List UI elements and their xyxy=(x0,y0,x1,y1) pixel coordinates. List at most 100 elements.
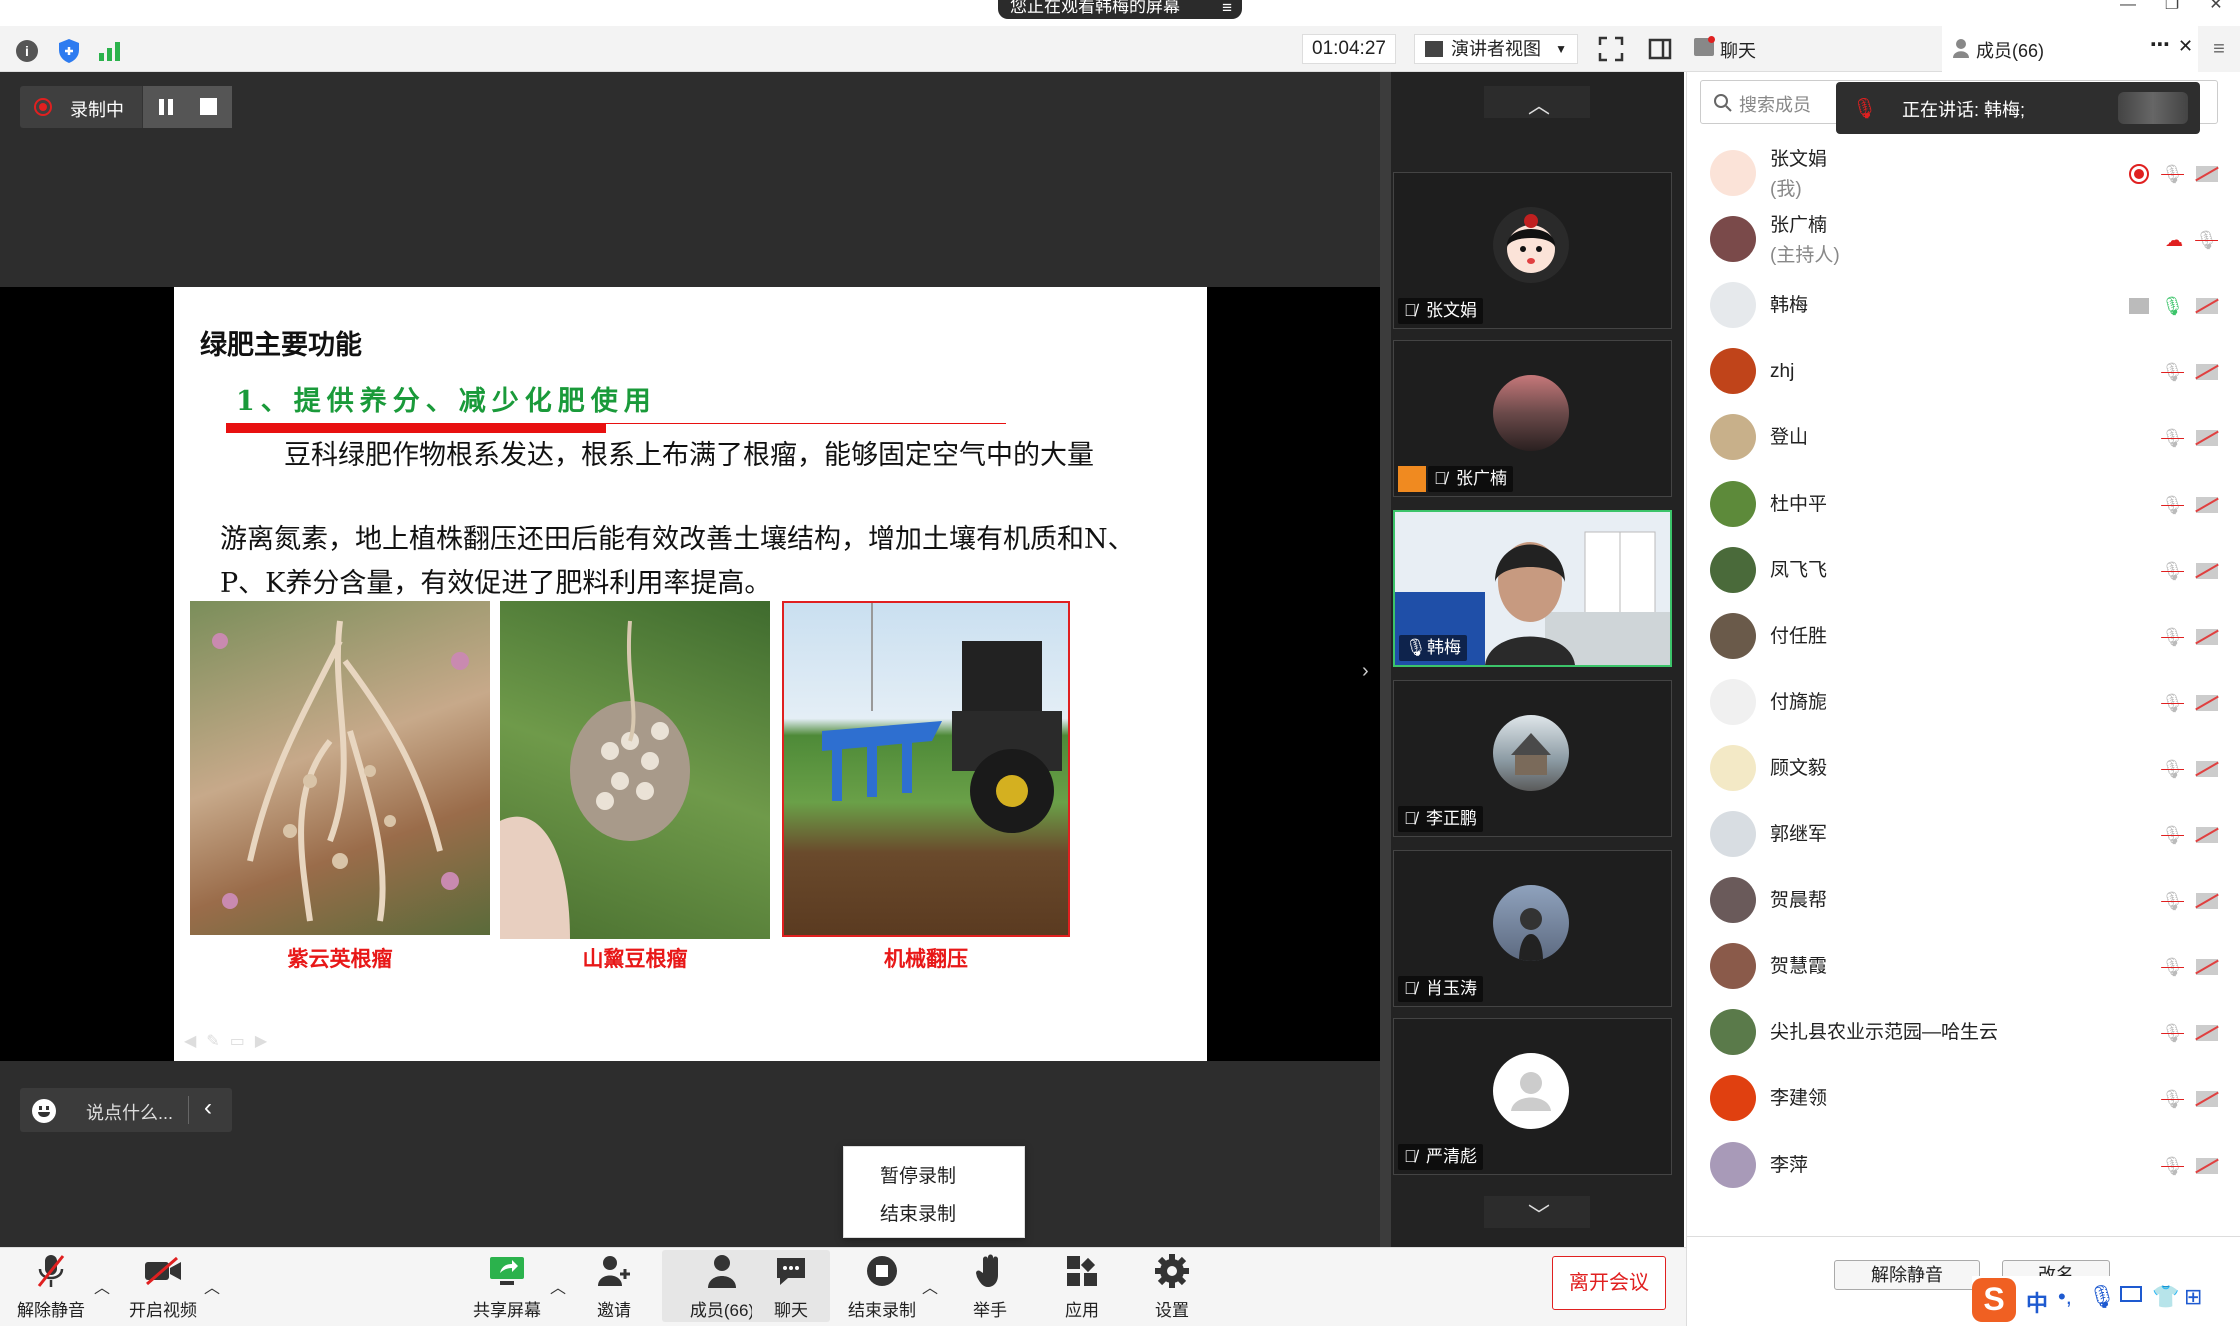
mic-muted-icon[interactable]: 🎙 xyxy=(2161,164,2184,185)
close-window-icon[interactable]: ✕ xyxy=(2196,0,2236,14)
chat-input-bar[interactable]: 说点什么... ‹ xyxy=(20,1088,232,1132)
participant-row[interactable]: 凤飞飞 🎙 xyxy=(1686,539,2240,605)
video-off-icon[interactable] xyxy=(2195,1157,2219,1174)
slide-nav-controls[interactable]: ◀✎▭▶ xyxy=(184,1031,277,1051)
raise-hand-button[interactable]: 举手 xyxy=(960,1250,1020,1322)
video-off-icon[interactable] xyxy=(2195,496,2219,513)
share-screen-button[interactable]: 共享屏幕 xyxy=(470,1250,544,1322)
mic-muted-icon[interactable]: 🎙 xyxy=(2161,1089,2184,1110)
mic-muted-icon[interactable]: 🎙 xyxy=(2161,891,2184,912)
participant-row[interactable]: 付旖旎 🎙 xyxy=(1686,671,2240,737)
signal-icon[interactable] xyxy=(98,40,122,62)
mic-muted-icon[interactable]: 🎙 xyxy=(2161,1023,2184,1044)
mic-muted-icon[interactable]: 🎙 xyxy=(2161,362,2184,383)
video-off-icon[interactable] xyxy=(2195,364,2219,381)
participant-row[interactable]: 李建领 🎙 xyxy=(1686,1067,2240,1133)
start-video-button[interactable]: 开启视频 xyxy=(126,1250,200,1322)
video-tile-5[interactable]: 🎙̸ 肖玉涛 xyxy=(1393,850,1672,1007)
collapse-chat-icon[interactable]: ‹ xyxy=(204,1094,212,1122)
audio-options-caret[interactable]: ︿ xyxy=(94,1274,110,1298)
mic-muted-icon[interactable]: 🎙 xyxy=(2195,230,2218,251)
settings-button[interactable]: 设置 xyxy=(1142,1250,1202,1322)
participant-row[interactable]: 顾文毅 🎙 xyxy=(1686,737,2240,803)
fullscreen-icon[interactable] xyxy=(1598,36,1624,62)
mic-muted-icon[interactable]: 🎙 xyxy=(2161,693,2184,714)
participant-row[interactable]: 韩梅 🎙 xyxy=(1686,274,2240,340)
chevron-right-icon[interactable]: › xyxy=(1362,660,1369,683)
video-off-icon[interactable] xyxy=(2195,959,2219,976)
keyboard-icon[interactable] xyxy=(2120,1286,2142,1302)
participant-row[interactable]: 张文娟 (我) 🎙 xyxy=(1686,142,2240,208)
video-off-icon[interactable] xyxy=(2195,628,2219,645)
participant-row[interactable]: 张广楠 (主持人) ☁ 🎙 xyxy=(1686,208,2240,274)
panel-menu-icon[interactable]: ≡ xyxy=(2198,26,2240,72)
unmute-all-button[interactable]: 解除静音 xyxy=(1834,1260,1980,1290)
minimize-icon[interactable]: — xyxy=(2108,0,2148,14)
voice-input-icon[interactable]: 🎙 xyxy=(2088,1284,2116,1310)
video-off-icon[interactable] xyxy=(2195,562,2219,579)
participant-row[interactable]: 贺慧霞 🎙 xyxy=(1686,935,2240,1001)
punctuation-icon[interactable]: •, xyxy=(2058,1284,2072,1310)
maximize-icon[interactable]: ❐ xyxy=(2152,0,2192,14)
mic-muted-icon[interactable]: 🎙 xyxy=(2161,825,2184,846)
participant-row[interactable]: 贺晨帮 🎙 xyxy=(1686,869,2240,935)
participant-row[interactable]: 郭继军 🎙 xyxy=(1686,803,2240,869)
video-off-icon[interactable] xyxy=(2195,694,2219,711)
participant-row[interactable]: 登山 🎙 xyxy=(1686,406,2240,472)
stop-record-icon[interactable] xyxy=(200,98,217,115)
video-tile-2[interactable]: 🎙̸ 张广楠 xyxy=(1393,340,1672,497)
unmute-button[interactable]: 解除静音 xyxy=(14,1250,88,1322)
view-mode-dropdown[interactable]: 演讲者视图 ▼ xyxy=(1414,34,1578,64)
sogou-logo-icon[interactable]: S xyxy=(1972,1278,2016,1322)
sidebar-toggle-icon[interactable] xyxy=(1648,38,1672,60)
participant-row[interactable]: 杜中平 🎙 xyxy=(1686,473,2240,539)
info-icon[interactable]: i xyxy=(16,40,38,62)
share-options-caret[interactable]: ︿ xyxy=(550,1274,566,1298)
mic-muted-icon[interactable]: 🎙 xyxy=(2161,428,2184,449)
more-options-icon[interactable]: ⋯ xyxy=(2150,32,2170,57)
participant-row[interactable]: 李萍 🎙 xyxy=(1686,1134,2240,1200)
video-off-icon[interactable] xyxy=(2195,827,2219,843)
chat-button[interactable]: 聊天 xyxy=(752,1250,830,1322)
video-off-icon[interactable] xyxy=(2195,166,2219,182)
shield-icon[interactable] xyxy=(58,38,80,64)
video-off-icon[interactable] xyxy=(2195,430,2219,447)
mic-muted-icon[interactable]: 🎙 xyxy=(2161,627,2184,648)
video-off-icon[interactable] xyxy=(2195,298,2219,315)
video-options-caret[interactable]: ︿ xyxy=(204,1274,220,1298)
mic-muted-icon[interactable]: 🎙 xyxy=(2161,561,2184,582)
leave-meeting-button[interactable]: 离开会议 xyxy=(1552,1256,1666,1310)
ime-lang[interactable]: 中 xyxy=(2026,1286,2048,1318)
stop-recording-button[interactable]: 结束录制 xyxy=(842,1250,922,1322)
scroll-down-button[interactable]: ﹀ xyxy=(1484,1196,1590,1228)
emoji-icon[interactable] xyxy=(32,1099,56,1123)
tab-members[interactable]: 成员(66) ⋯ ✕ xyxy=(1942,26,2198,72)
stop-record-menu-item[interactable]: 结束录制 xyxy=(880,1199,956,1226)
video-tile-3-active-speaker[interactable]: 🎙 韩梅 xyxy=(1393,510,1672,667)
invite-button[interactable]: 邀请 xyxy=(584,1250,644,1322)
chat-input-placeholder[interactable]: 说点什么... xyxy=(86,1099,173,1125)
skin-icon[interactable]: 👕 xyxy=(2152,1284,2179,1310)
pause-record-icon[interactable] xyxy=(155,96,177,118)
mic-muted-icon[interactable]: 🎙 xyxy=(2161,1156,2184,1177)
record-options-caret[interactable]: ︿ xyxy=(922,1274,938,1298)
participant-row[interactable]: 付任胜 🎙 xyxy=(1686,605,2240,671)
mic-muted-icon[interactable]: 🎙 xyxy=(2161,957,2184,978)
participant-row[interactable]: 尖扎县农业示范园—哈生云 🎙 xyxy=(1686,1001,2240,1067)
apps-button[interactable]: 应用 xyxy=(1052,1250,1112,1322)
mic-muted-icon[interactable]: 🎙 xyxy=(2161,759,2184,780)
video-off-icon[interactable] xyxy=(2195,1025,2219,1042)
video-tile-6[interactable]: 🎙̸ 严清彪 xyxy=(1393,1018,1672,1175)
close-panel-icon[interactable]: ✕ xyxy=(2178,36,2193,57)
video-off-icon[interactable] xyxy=(2195,893,2219,910)
participant-row[interactable]: zhj 🎙 xyxy=(1686,340,2240,406)
video-off-icon[interactable] xyxy=(2195,1091,2219,1108)
mic-muted-icon[interactable]: 🎙 xyxy=(2161,495,2184,516)
scroll-up-button[interactable]: ︿ xyxy=(1484,86,1590,118)
video-tile-1[interactable]: 🎙̸ 张文娟 xyxy=(1393,172,1672,329)
video-off-icon[interactable] xyxy=(2195,760,2219,777)
tab-chat[interactable]: 聊天 xyxy=(1686,26,1942,72)
banner-menu-icon[interactable]: ≡ xyxy=(1222,0,1232,16)
pause-record-menu-item[interactable]: 暂停录制 xyxy=(880,1161,956,1188)
video-tile-4[interactable]: 🎙̸ 李正鹏 xyxy=(1393,680,1672,837)
